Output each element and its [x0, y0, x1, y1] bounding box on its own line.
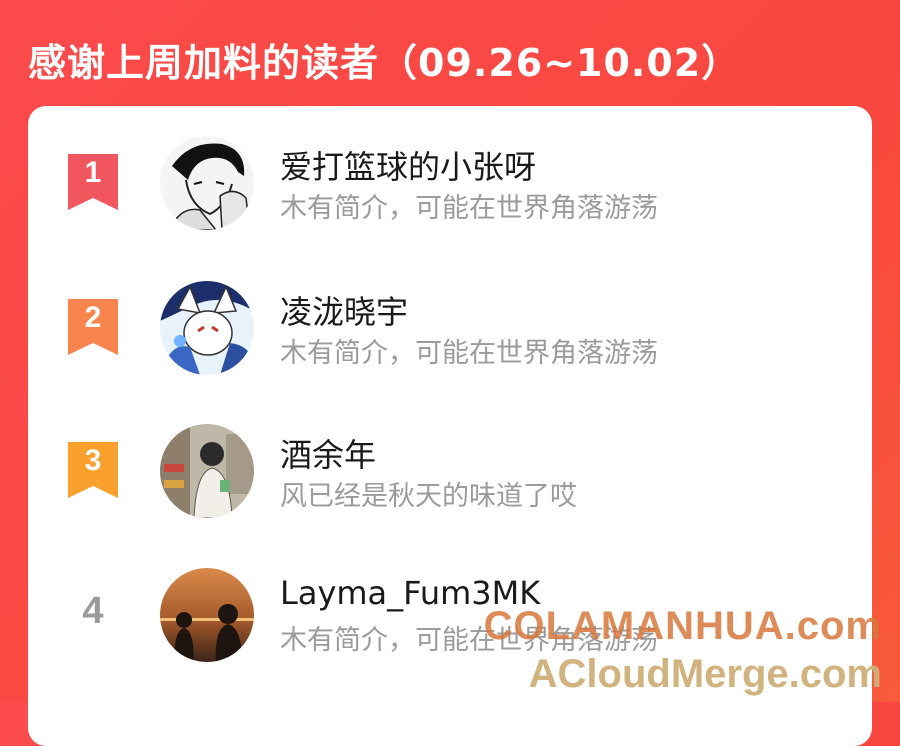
reader-bio: 木有简介，可能在世界角落游荡	[280, 193, 658, 224]
rank-number: 1	[84, 156, 102, 189]
avatar-image	[160, 424, 254, 518]
watermark-line-2: ACloudMerge.com	[528, 652, 882, 696]
reader-bio: 风已经是秋天的味道了哎	[280, 481, 577, 512]
avatar[interactable]	[160, 568, 254, 662]
avatar-image	[160, 281, 254, 375]
rank-number: 4	[82, 590, 104, 632]
rank-ribbon-badge: 2	[68, 299, 118, 355]
rank-number: 3	[84, 444, 102, 477]
avatar-image	[160, 568, 254, 662]
avatar[interactable]	[160, 136, 254, 230]
reader-row[interactable]: 3 酒余年 风已经是秋天的味道了哎	[28, 424, 872, 524]
reader-row[interactable]: 1 爱打篮球的小张呀 木有简介，可能在世界角落游荡	[28, 136, 872, 236]
rank-number: 2	[84, 301, 102, 334]
reader-bio: 木有简介，可能在世界角落游荡	[280, 338, 658, 369]
page-title: 感谢上周加料的读者（09.26~10.02）	[28, 41, 741, 85]
watermark-line-1: COLAMANHUA.com	[483, 604, 882, 648]
reader-name: 酒余年	[280, 436, 377, 474]
avatar[interactable]	[160, 424, 254, 518]
reader-name: 爱打篮球的小张呀	[280, 148, 537, 186]
avatar-image	[160, 136, 254, 230]
rank-ribbon-badge: 3	[68, 442, 118, 498]
reader-name: 凌泷晓宇	[280, 293, 409, 331]
avatar[interactable]	[160, 281, 254, 375]
rank-ribbon-badge: 1	[68, 154, 118, 210]
watermark: COLAMANHUA.com ACloudMerge.com	[484, 606, 882, 694]
reader-row[interactable]: 2 凌泷晓宇 木有简介，可能在世界角落游荡	[28, 281, 872, 381]
